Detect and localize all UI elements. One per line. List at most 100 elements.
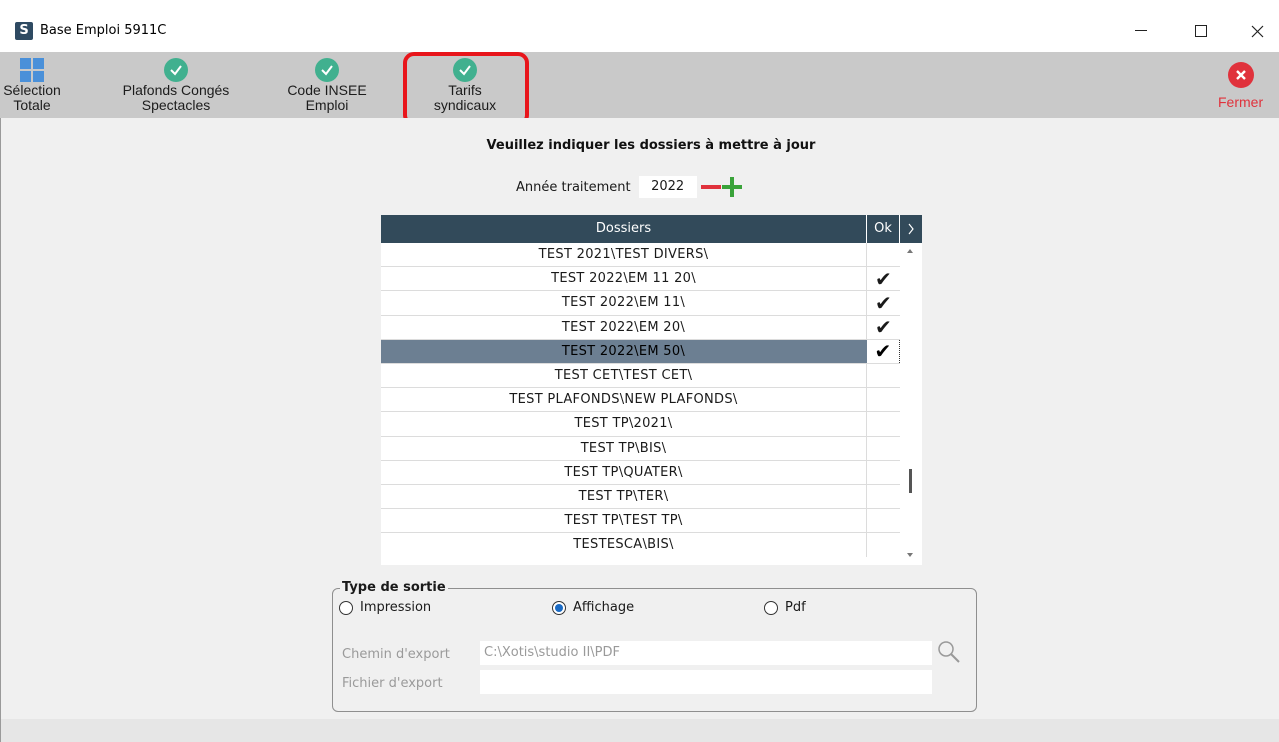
dossier-name: TESTESCA\BIS\ — [381, 533, 867, 558]
fichier-export-field[interactable] — [480, 670, 932, 694]
table-row[interactable]: TEST 2022\EM 11\ ✔ — [381, 291, 900, 316]
increment-year-button[interactable] — [721, 176, 743, 198]
ok-checkmark[interactable] — [867, 388, 900, 411]
ok-checkmark[interactable] — [867, 243, 900, 266]
ok-checkmark[interactable] — [867, 412, 900, 435]
table-row[interactable]: TEST 2022\EM 11 20\ ✔ — [381, 267, 900, 292]
fichier-export-label: Fichier d'export — [342, 676, 443, 691]
year-input[interactable]: 2022 — [638, 176, 697, 198]
title-bar: S Base Emploi 5911C — [0, 0, 1279, 52]
scroll-thumb[interactable] — [909, 469, 912, 493]
code-label-1: Code INSEE — [287, 82, 367, 98]
code-label-2: Emploi — [305, 97, 349, 113]
column-chooser-button[interactable] — [900, 215, 922, 243]
dossier-name: TEST TP\TER\ — [381, 484, 867, 509]
plafonds-label-1: Plafonds Congés — [122, 82, 230, 98]
table-row[interactable]: TESTESCA\BIS\ — [381, 533, 900, 558]
dossier-name: TEST PLAFONDS\NEW PLAFONDS\ — [381, 388, 867, 412]
plafonds-label-2: Spectacles — [141, 97, 211, 113]
maximize-button[interactable] — [1178, 14, 1224, 48]
dossiers-grid: Dossiers Ok TEST 2021\TEST DIVERS\ TEST … — [381, 215, 922, 565]
table-row[interactable]: TEST TP\BIS\ — [381, 436, 900, 461]
year-row: Année traitement 2022 — [516, 176, 743, 198]
table-row[interactable]: TEST TP\QUATER\ — [381, 460, 900, 485]
code-insee-button[interactable]: Code INSEE Emploi — [280, 56, 374, 113]
column-header-dossiers[interactable]: Dossiers — [381, 215, 867, 243]
browse-button[interactable] — [936, 639, 962, 665]
radio-circle-icon — [764, 600, 778, 615]
scroll-down-arrow-icon[interactable] — [907, 553, 913, 557]
table-row[interactable]: TEST TP\TER\ — [381, 484, 900, 510]
search-icon — [938, 641, 960, 663]
highlight-annotation — [403, 52, 529, 126]
page-title: Veuillez indiquer les dossiers à mettre … — [486, 138, 816, 153]
table-row[interactable]: TEST 2021\TEST DIVERS\ — [381, 243, 900, 268]
table-row[interactable]: TEST CET\TEST CET\ — [381, 363, 900, 389]
ok-checkmark[interactable]: ✔ — [867, 315, 900, 339]
table-row[interactable]: TEST TP\TEST TP\ — [381, 509, 900, 534]
radio-affichage[interactable]: Affichage — [552, 600, 634, 615]
chemin-export-label: Chemin d'export — [342, 647, 450, 662]
minimize-icon — [1135, 30, 1147, 31]
radio-pdf[interactable]: Pdf — [764, 600, 806, 615]
plafonds-conges-button[interactable]: Plafonds Congés Spectacles — [113, 56, 239, 113]
decrement-year-button[interactable] — [700, 176, 721, 198]
table-row[interactable]: TEST TP\2021\ — [381, 412, 900, 437]
column-header-ok[interactable]: Ok — [867, 215, 900, 243]
ok-checkmark[interactable]: ✔ — [867, 291, 900, 315]
grid-header: Dossiers Ok — [381, 215, 922, 243]
fermer-label: Fermer — [1218, 94, 1264, 110]
radio-circle-icon — [339, 600, 353, 615]
check-circle-icon — [164, 58, 188, 82]
chemin-export-field[interactable]: C:\Xotis\studio II\PDF — [480, 641, 932, 665]
chevron-right-icon — [908, 223, 914, 235]
close-icon — [1251, 25, 1263, 37]
dossier-name: TEST TP\BIS\ — [381, 436, 867, 460]
scroll-up-arrow-icon[interactable] — [907, 249, 913, 253]
minus-icon — [700, 185, 721, 189]
toolbar: Sélection Totale Plafonds Congés Spectac… — [0, 52, 1279, 118]
radio-pdf-label: Pdf — [785, 600, 806, 615]
ok-checkmark[interactable] — [867, 437, 900, 460]
check-circle-icon — [315, 58, 339, 82]
dossier-name: TEST 2022\EM 20\ — [381, 315, 867, 339]
fermer-button[interactable]: Fermer — [1218, 62, 1263, 110]
ok-checkmark[interactable]: ✔ — [867, 339, 900, 363]
radio-impression[interactable]: Impression — [339, 600, 431, 615]
year-label: Année traitement — [516, 179, 631, 195]
table-row-selected[interactable]: TEST 2022\EM 50\ ✔ — [381, 339, 900, 364]
ok-checkmark[interactable] — [867, 533, 900, 557]
ok-checkmark[interactable]: ✔ — [867, 267, 900, 291]
table-row[interactable]: TEST PLAFONDS\NEW PLAFONDS\ — [381, 388, 900, 413]
radio-impression-label: Impression — [360, 600, 432, 615]
dossier-name: TEST TP\QUATER\ — [381, 460, 867, 484]
maximize-icon — [1195, 25, 1207, 37]
window-title: Base Emploi 5911C — [40, 23, 167, 38]
dossier-name: TEST 2022\EM 11 20\ — [381, 267, 867, 291]
dossier-name: TEST CET\TEST CET\ — [381, 363, 867, 388]
selection-label-1: Sélection — [3, 82, 61, 98]
dossier-name: TEST TP\2021\ — [381, 412, 867, 436]
ok-checkmark[interactable] — [867, 461, 900, 484]
table-row[interactable]: TEST 2022\EM 20\ ✔ — [381, 315, 900, 340]
type-de-sortie-legend: Type de sortie — [340, 580, 448, 595]
main-panel: Veuillez indiquer les dossiers à mettre … — [0, 118, 1279, 719]
selection-totale-button[interactable]: Sélection Totale — [0, 56, 64, 113]
radio-selected-icon — [552, 600, 566, 615]
dossier-name: TEST 2022\EM 50\ — [381, 339, 867, 363]
dossier-name: TEST 2021\TEST DIVERS\ — [381, 243, 867, 267]
ok-checkmark[interactable] — [867, 509, 900, 532]
type-de-sortie-group: Type de sortie Impression Affichage Pdf … — [332, 580, 977, 712]
grid-scrollbar[interactable] — [900, 243, 922, 565]
close-window-button[interactable] — [1234, 14, 1279, 48]
plus-icon — [721, 177, 742, 197]
grid-rows: TEST 2021\TEST DIVERS\ TEST 2022\EM 11 2… — [381, 243, 900, 558]
dossier-name: TEST TP\TEST TP\ — [381, 509, 867, 533]
minimize-button[interactable] — [1118, 14, 1164, 48]
selection-label-2: Totale — [13, 97, 51, 113]
ok-checkmark[interactable] — [867, 485, 900, 508]
dossier-name: TEST 2022\EM 11\ — [381, 291, 867, 315]
close-circle-icon — [1227, 62, 1254, 88]
app-logo: S — [15, 22, 33, 40]
ok-checkmark[interactable] — [867, 364, 900, 387]
